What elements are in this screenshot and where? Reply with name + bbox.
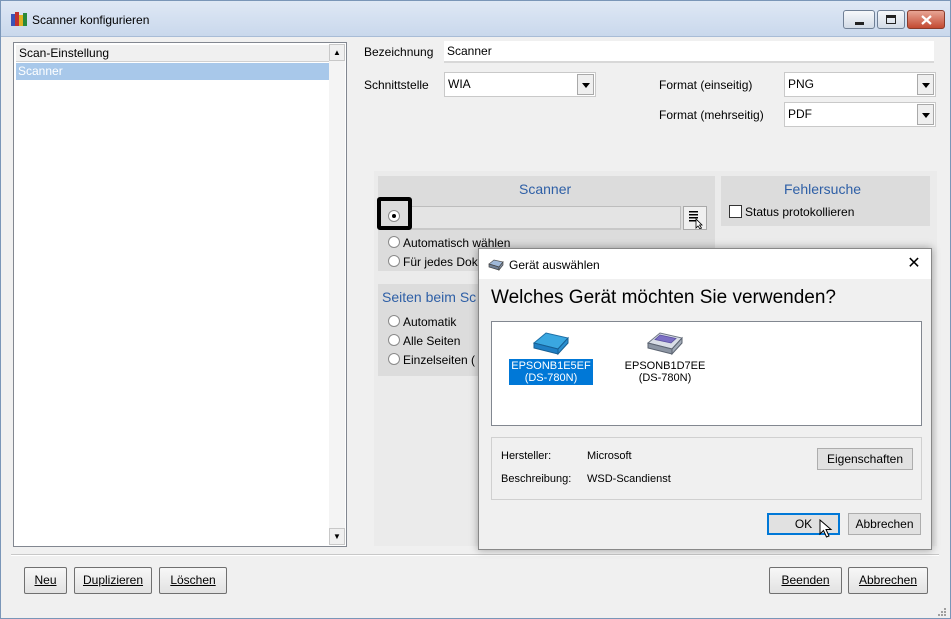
radio-alle-seiten-label: Alle Seiten	[403, 334, 461, 348]
device-model: (DS-780N)	[638, 372, 692, 384]
scanner-device-field[interactable]	[411, 206, 681, 230]
close-button[interactable]	[907, 10, 945, 29]
mouse-cursor-icon	[819, 519, 833, 538]
radio-alle-seiten[interactable]	[388, 334, 400, 346]
radio-fuer-jedes-label: Für jedes Dok	[403, 255, 478, 269]
radio-automatik-label: Automatik	[403, 315, 457, 329]
format-single-value: PNG	[788, 77, 815, 91]
duplizieren-button[interactable]: Duplizieren	[74, 567, 152, 594]
eigenschaften-button[interactable]: Eigenschaften	[817, 448, 913, 470]
schnittstelle-select[interactable]: WIA	[444, 72, 596, 97]
fehlersuche-panel-title: Fehlersuche	[784, 181, 862, 197]
app-icon	[11, 12, 27, 26]
abbrechen-button[interactable]: Abbrechen	[848, 567, 928, 594]
dialog-abbrechen-button[interactable]: Abbrechen	[848, 513, 921, 535]
scroll-up-button[interactable]: ▲	[329, 44, 345, 61]
dialog-question: Welches Gerät möchten Sie verwenden?	[491, 287, 836, 308]
format-multi-value: PDF	[788, 107, 812, 121]
dialog-body: Welches Gerät möchten Sie verwenden? EPS…	[479, 279, 931, 549]
format-single-select[interactable]: PNG	[784, 72, 936, 97]
radio-fuer-jedes[interactable]	[388, 255, 400, 267]
scanner-icon	[488, 259, 504, 271]
radio-einzelseiten[interactable]	[388, 353, 400, 365]
bottom-separator-highlight	[11, 555, 939, 556]
select-device-button[interactable]	[683, 206, 707, 230]
main-window: Scanner konfigurieren Scan-Einstellung S…	[0, 0, 951, 619]
scanner-icon	[646, 332, 683, 356]
status-checkbox[interactable]	[729, 205, 742, 218]
device-label: EPSONB1E5EF (DS-780N)	[509, 359, 593, 385]
arrow-down-icon: ▼	[333, 532, 341, 541]
bezeichnung-input[interactable]: Scanner	[444, 41, 934, 63]
dialog-title: Gerät auswählen	[509, 258, 600, 272]
format-multi-label: Format (mehrseitig)	[659, 108, 764, 122]
radio-automatisch[interactable]	[388, 236, 400, 248]
neu-button-label: Neu	[34, 573, 57, 587]
eigenschaften-button-label: Eigenschaften	[826, 452, 904, 466]
beenden-button-label: Beenden	[781, 573, 830, 587]
device-dialog: Gerät auswählen ✕ Welches Gerät möchten …	[478, 248, 932, 550]
list-icon	[689, 211, 703, 229]
beschreibung-label: Beschreibung:	[501, 473, 572, 485]
scroll-down-button[interactable]: ▼	[329, 528, 345, 545]
device-item[interactable]: EPSONB1D7EE (DS-780N)	[622, 330, 708, 385]
device-model: (DS-780N)	[524, 372, 578, 384]
hersteller-label: Hersteller:	[501, 450, 552, 462]
format-multi-select[interactable]: PDF	[784, 102, 936, 127]
scan-settings-list[interactable]: Scan-Einstellung Scanner ▲ ▼	[13, 42, 347, 547]
maximize-icon	[886, 15, 896, 24]
title-bar[interactable]: Scanner konfigurieren	[1, 1, 950, 37]
chevron-down-icon[interactable]	[917, 74, 934, 95]
dialog-abbrechen-button-label: Abbrechen	[855, 517, 914, 531]
abbrechen-button-label: Abbrechen	[858, 573, 918, 587]
device-info-box: Hersteller: Microsoft Beschreibung: WSD-…	[491, 437, 922, 500]
dialog-title-bar[interactable]: Gerät auswählen ✕	[479, 249, 931, 279]
schnittstelle-value: WIA	[448, 77, 471, 91]
scanner-icon	[532, 332, 569, 356]
device-name: EPSONB1E5EF	[511, 360, 591, 372]
maximize-button[interactable]	[877, 10, 905, 29]
ok-button-label: OK	[794, 517, 813, 531]
minimize-icon	[855, 22, 864, 25]
close-icon	[921, 15, 932, 25]
hersteller-value: Microsoft	[587, 450, 632, 462]
minimize-button[interactable]	[843, 10, 875, 29]
radio-einzelseiten-label: Einzelseiten (	[403, 353, 476, 367]
fehlersuche-panel: Fehlersuche Status protokollieren	[721, 176, 930, 226]
bezeichnung-label: Bezeichnung	[364, 45, 434, 59]
beenden-button[interactable]: Beenden	[769, 567, 842, 594]
seiten-panel-title: Seiten beim Sc	[382, 289, 477, 305]
duplizieren-button-label: Duplizieren	[82, 573, 144, 587]
chevron-down-icon[interactable]	[577, 74, 594, 95]
window-title: Scanner konfigurieren	[32, 13, 150, 27]
loeschen-button[interactable]: Löschen	[159, 567, 227, 594]
radio-automatik[interactable]	[388, 315, 400, 327]
device-name: EPSONB1D7EE	[624, 360, 706, 372]
device-item[interactable]: EPSONB1E5EF (DS-780N)	[508, 330, 594, 385]
dialog-close-icon[interactable]: ✕	[905, 255, 923, 273]
schnittstelle-label: Schnittstelle	[364, 78, 429, 92]
list-item[interactable]: Scanner	[16, 63, 331, 80]
list-header: Scan-Einstellung	[16, 45, 331, 62]
resize-grip-icon[interactable]	[935, 605, 947, 617]
arrow-up-icon: ▲	[333, 48, 341, 57]
beschreibung-value: WSD-Scandienst	[587, 473, 671, 485]
neu-button[interactable]: Neu	[24, 567, 67, 594]
device-label: EPSONB1D7EE (DS-780N)	[623, 359, 708, 385]
device-list[interactable]: EPSONB1E5EF (DS-780N) EPSONB1D7EE (DS-78…	[491, 321, 922, 426]
chevron-down-icon[interactable]	[917, 104, 934, 125]
scanner-radio-selected[interactable]	[388, 210, 400, 222]
loeschen-button-label: Löschen	[170, 573, 216, 587]
scanner-panel-title: Scanner	[519, 181, 572, 197]
format-single-label: Format (einseitig)	[659, 78, 753, 92]
list-scrollbar[interactable]: ▲ ▼	[329, 44, 345, 545]
status-checkbox-label: Status protokollieren	[745, 205, 855, 219]
